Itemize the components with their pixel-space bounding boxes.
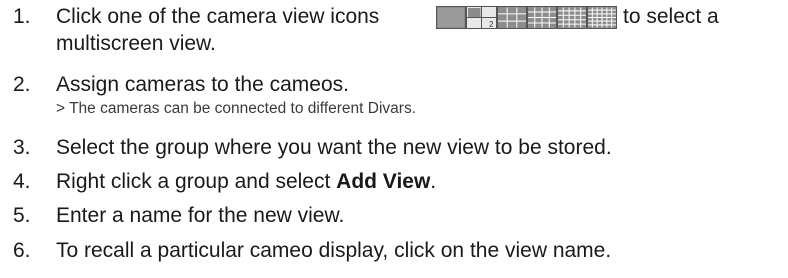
single-view-icon[interactable] (436, 6, 466, 29)
camera-view-icons: 2 (436, 6, 618, 29)
step-text: Enter a name for the new view. (56, 204, 345, 227)
step-number: 6. (13, 239, 31, 262)
step-text: Assign cameras to the cameos. (56, 73, 349, 96)
nine-view-icon[interactable] (497, 6, 527, 29)
thirtysix-view-icon[interactable] (587, 6, 617, 29)
add-view-label: Add View (336, 170, 431, 193)
sixteen-view-icon[interactable] (527, 6, 557, 29)
twentyfive-view-icon[interactable] (557, 6, 587, 29)
step-number: 2. (13, 73, 31, 96)
step-note: > The cameras can be connected to differ… (56, 100, 417, 117)
instruction-list: 1. Click one of the camera view icons 2 (0, 0, 788, 278)
step-text: Select the group where you want the new … (56, 136, 612, 159)
step-text: To recall a particular cameo display, cl… (56, 239, 612, 262)
step-number: 1. (13, 5, 31, 28)
quad-view-digit: 2 (489, 20, 494, 29)
step-number: 3. (13, 136, 31, 159)
step-text-continued: multiscreen view. (56, 32, 216, 55)
step-text: Click one of the camera view icons (56, 5, 380, 28)
quad-view-icon[interactable]: 2 (466, 6, 497, 30)
step-number: 5. (13, 204, 31, 227)
step-text: Right click a group and select Add View. (56, 170, 437, 193)
step-number: 4. (13, 170, 31, 193)
step-text-after: to select a (623, 5, 719, 28)
